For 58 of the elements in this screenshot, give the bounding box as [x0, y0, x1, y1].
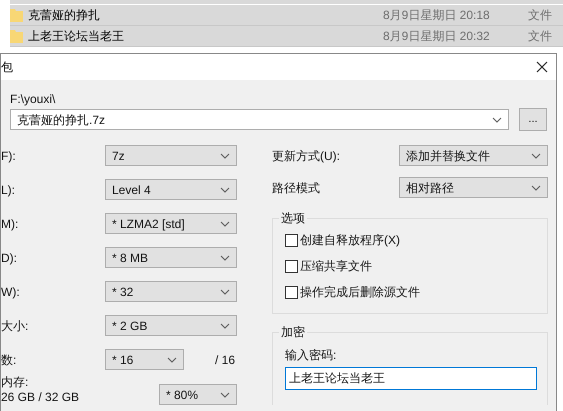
checkbox-label: 创建自释放程序(X) — [300, 232, 400, 249]
chevron-down-icon — [531, 152, 541, 158]
memory-label: 内存: — [1, 375, 30, 390]
field-label: 路径模式 — [272, 180, 321, 196]
chevron-down-icon — [492, 116, 502, 122]
password-field[interactable]: 上老王论坛当老王 — [285, 367, 537, 390]
dropdown[interactable]: 相对路径 — [399, 177, 548, 198]
chevron-down-icon — [220, 322, 230, 328]
window-title: 包 — [1, 59, 13, 76]
dropdown[interactable]: * 2 GB — [105, 315, 237, 336]
dropdown[interactable]: * 80% — [159, 384, 237, 405]
modified-date: 8月9日星期日 20:32 — [383, 28, 491, 45]
memory-usage: 26 GB / 32 GB — [1, 390, 80, 405]
chevron-down-icon — [220, 254, 230, 260]
chevron-down-icon — [167, 356, 177, 362]
checkbox-label: 操作完成后删除源文件 — [300, 284, 420, 301]
field-label: F): — [1, 148, 17, 164]
folder-icon — [10, 29, 23, 43]
file-type: 文件 — [528, 7, 552, 24]
file-row[interactable]: 上老王论坛当老王 8月9日星期日 20:32 文件 — [10, 26, 563, 47]
dropdown[interactable]: * 16 — [105, 349, 184, 370]
field-label: 数: — [1, 352, 18, 368]
field-label: L): — [1, 182, 16, 198]
field-label: W): — [1, 284, 21, 300]
chevron-down-icon — [531, 184, 541, 190]
field-label: 更新方式(U): — [272, 148, 341, 164]
dropdown[interactable]: Level 4 — [105, 179, 237, 200]
thread-total: / 16 — [215, 352, 236, 368]
checkbox[interactable] — [285, 286, 298, 298]
folder-icon — [10, 8, 23, 22]
close-icon[interactable] — [536, 61, 548, 73]
dropdown[interactable]: * 32 — [105, 281, 237, 302]
file-name: 上老王论坛当老王 — [28, 28, 125, 45]
modified-date: 8月9日星期日 20:18 — [383, 7, 491, 24]
dropdown[interactable]: * 8 MB — [105, 247, 237, 268]
dropdown[interactable]: 添加并替换文件 — [399, 145, 548, 166]
group-title: 加密 — [279, 324, 307, 340]
dropdown[interactable]: * LZMA2 [std] — [105, 213, 237, 234]
path-label: F:\youxi\ — [10, 91, 56, 107]
dropdown[interactable]: 7z — [105, 145, 237, 166]
chevron-down-icon — [220, 288, 230, 294]
checkbox[interactable] — [285, 260, 298, 272]
file-row[interactable]: 克蕾娅的挣扎 8月9日星期日 20:18 文件 — [10, 5, 563, 26]
file-name: 克蕾娅的挣扎 — [28, 7, 101, 24]
checkbox-label: 压缩共享文件 — [300, 258, 372, 275]
checkbox[interactable] — [285, 234, 298, 246]
field-label: 大小: — [1, 318, 30, 334]
chevron-down-icon — [220, 220, 230, 226]
dropdown[interactable]: 克蕾娅的挣扎.7z — [10, 109, 509, 130]
browse-button[interactable]: ... — [519, 108, 547, 131]
chevron-down-icon — [220, 152, 230, 158]
field-label: D): — [1, 250, 18, 266]
file-type: 文件 — [528, 28, 552, 45]
password-label: 输入密码: — [285, 347, 338, 363]
group-title: 选项 — [279, 210, 307, 226]
chevron-down-icon — [220, 186, 230, 192]
field-label: M): — [1, 216, 20, 232]
chevron-down-icon — [220, 392, 230, 398]
